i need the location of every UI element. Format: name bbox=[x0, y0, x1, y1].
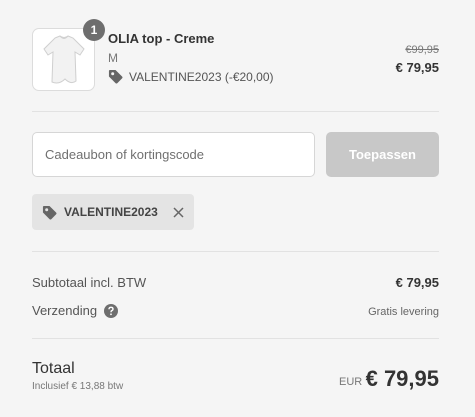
subtotal-value: € 79,95 bbox=[395, 275, 439, 290]
discount-code-input[interactable] bbox=[32, 132, 315, 177]
quantity-badge: 1 bbox=[83, 19, 105, 41]
order-summary: 1 OLIA top - Creme M VALENTINE2023 (-€20… bbox=[0, 0, 475, 417]
tax-note: Inclusief € 13,88 btw bbox=[32, 381, 124, 392]
product-price: € 79,95 bbox=[395, 60, 439, 75]
applied-discount-tag: VALENTINE2023 bbox=[32, 194, 194, 230]
product-variant: M bbox=[108, 51, 118, 65]
shipping-label-text: Verzending bbox=[32, 303, 98, 318]
product-discount-text: VALENTINE2023 (-€20,00) bbox=[129, 69, 274, 84]
shipping-label: Verzending bbox=[32, 303, 119, 318]
divider bbox=[32, 338, 439, 339]
close-icon[interactable] bbox=[173, 206, 184, 218]
subtotal-label: Subtotaal incl. BTW bbox=[32, 275, 147, 290]
original-price: €99,95 bbox=[405, 44, 439, 56]
divider bbox=[32, 251, 439, 252]
divider bbox=[32, 111, 439, 112]
shipping-value: Gratis levering bbox=[368, 306, 439, 318]
total-label: Totaal bbox=[32, 360, 75, 377]
currency-code: EUR bbox=[339, 376, 363, 388]
shirt-icon bbox=[43, 35, 85, 84]
apply-button[interactable]: Toepassen bbox=[326, 132, 439, 177]
total-amount: € 79,95 bbox=[365, 366, 439, 391]
tag-icon bbox=[42, 205, 57, 220]
product-discount: VALENTINE2023 (-€20,00) bbox=[108, 69, 274, 84]
tag-icon bbox=[108, 69, 123, 84]
question-icon[interactable] bbox=[104, 303, 119, 318]
product-name: OLIA top - Creme bbox=[108, 31, 215, 46]
applied-discount-code: VALENTINE2023 bbox=[64, 205, 158, 219]
